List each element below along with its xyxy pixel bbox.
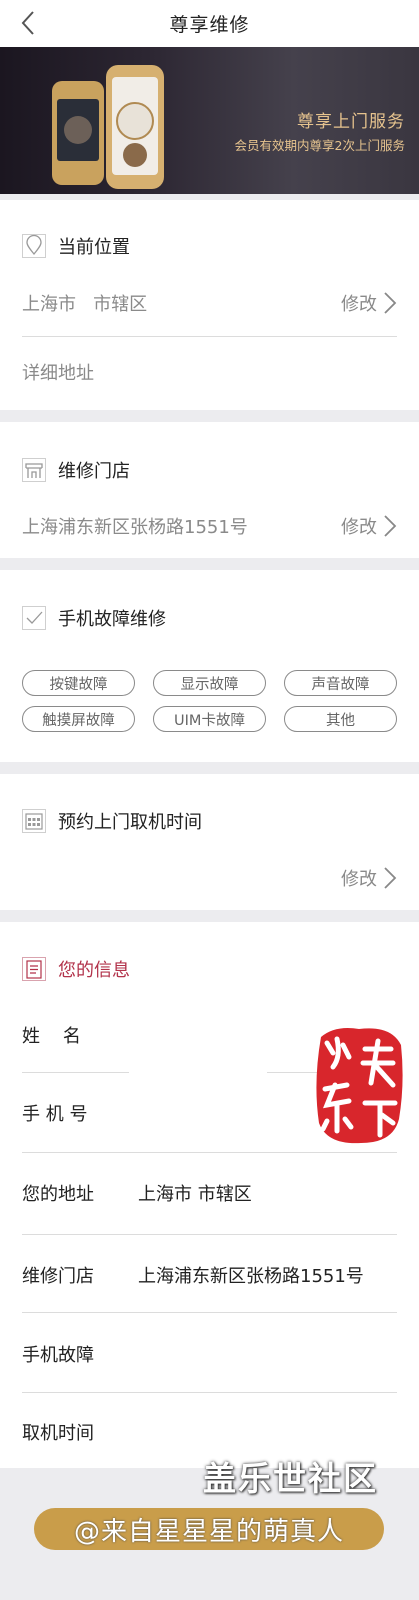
time-label: 取机时间	[22, 1423, 94, 1444]
address-label: 您的地址	[22, 1184, 94, 1205]
divider	[22, 1234, 397, 1235]
appointment-heading: 预约上门取机时间	[58, 812, 202, 833]
info-heading: 您的信息	[58, 960, 130, 981]
location-edit-label: 修改	[341, 294, 377, 315]
fault-header: 手机故障维修	[22, 605, 166, 631]
appointment-time-row[interactable]: 修改	[22, 862, 397, 894]
store-icon	[22, 458, 46, 482]
fault-label: 手机故障	[22, 1345, 94, 1366]
fault-tag-list: 按键故障 显示故障 声音故障 触摸屏故障 UIM卡故障 其他	[22, 670, 397, 732]
location-header: 当前位置	[22, 233, 130, 259]
name-label: 姓 名	[22, 1026, 81, 1047]
store-edit-label: 修改	[341, 517, 377, 538]
store-header: 维修门店	[22, 457, 130, 483]
store-address: 上海浦东新区张杨路1551号	[22, 517, 248, 538]
seal-stamp	[316, 1028, 403, 1144]
name-underline	[22, 1072, 129, 1073]
appointment-card: 预约上门取机时间 修改	[0, 774, 419, 910]
appointment-header: 预约上门取机时间	[22, 808, 202, 834]
location-pin-icon	[22, 234, 46, 258]
fault-tag-button[interactable]: 按键故障	[22, 670, 135, 696]
fault-tag-touchscreen[interactable]: 触摸屏故障	[22, 706, 135, 732]
fault-tag-sound[interactable]: 声音故障	[284, 670, 397, 696]
fault-tag-display[interactable]: 显示故障	[153, 670, 266, 696]
store-heading: 维修门店	[58, 461, 130, 482]
top-bar: 尊享维修	[0, 0, 419, 47]
fault-tag-uim-card[interactable]: UIM卡故障	[153, 706, 266, 732]
info-card: 您的信息 姓 名 手 机 号 您的地址 上海市 市辖区 维修门店 上海浦东新区张…	[0, 922, 419, 1468]
appointment-edit-label: 修改	[341, 869, 377, 890]
detail-address-field[interactable]: 详细地址	[22, 356, 397, 388]
appointment-edit-button[interactable]: 修改	[341, 865, 397, 891]
fault-heading: 手机故障维修	[58, 609, 166, 630]
detail-address-placeholder: 详细地址	[22, 363, 94, 384]
fault-tag-other[interactable]: 其他	[284, 706, 397, 732]
phone-label: 手 机 号	[22, 1104, 88, 1125]
author-watermark: @来自星星星的萌真人	[34, 1508, 384, 1550]
divider	[22, 1312, 397, 1313]
phone-illustration	[52, 65, 164, 189]
location-heading: 当前位置	[58, 237, 130, 258]
location-region-row[interactable]: 上海市 市辖区 修改	[22, 287, 397, 319]
divider	[22, 336, 397, 337]
store-address-row[interactable]: 上海浦东新区张杨路1551号 修改	[22, 510, 397, 542]
divider	[22, 1152, 397, 1153]
page-title: 尊享维修	[169, 14, 250, 36]
phone-input[interactable]	[130, 1092, 310, 1132]
forum-watermark: 盖乐世社区	[203, 1459, 378, 1498]
checkbox-icon	[22, 606, 46, 630]
store-card: 维修门店 上海浦东新区张杨路1551号 修改	[0, 422, 419, 558]
fault-card: 手机故障维修 按键故障 显示故障 声音故障 触摸屏故障 UIM卡故障 其他	[0, 570, 419, 762]
location-edit-button[interactable]: 修改	[341, 290, 397, 316]
chevron-right-icon	[384, 515, 397, 537]
location-region: 上海市 市辖区	[22, 294, 148, 315]
banner-title: 尊享上门服务	[297, 112, 405, 132]
store-value: 上海浦东新区张杨路1551号	[138, 1266, 364, 1287]
info-header: 您的信息	[22, 956, 130, 982]
calendar-icon	[22, 809, 46, 833]
banner-subtitle: 会员有效期内尊享2次上门服务	[234, 138, 405, 153]
address-value: 上海市 市辖区	[138, 1184, 252, 1205]
promo-banner[interactable]: 尊享上门服务 会员有效期内尊享2次上门服务	[0, 47, 419, 194]
document-icon	[22, 957, 46, 981]
store-edit-button[interactable]: 修改	[341, 513, 397, 539]
location-card: 当前位置 上海市 市辖区 修改 详细地址	[0, 200, 419, 410]
back-icon[interactable]	[14, 8, 42, 38]
divider	[22, 1392, 397, 1393]
name-input[interactable]	[130, 1014, 310, 1054]
chevron-right-icon	[384, 292, 397, 314]
chevron-right-icon	[384, 867, 397, 889]
store-label: 维修门店	[22, 1266, 94, 1287]
